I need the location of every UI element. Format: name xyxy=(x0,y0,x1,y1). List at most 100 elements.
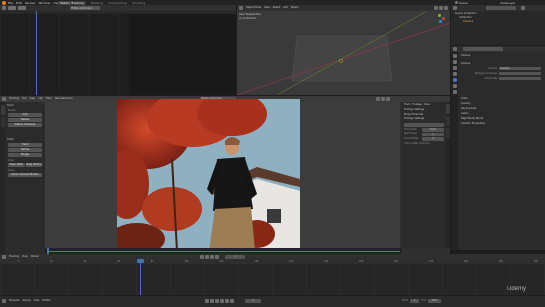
detect-features-button[interactable]: Detect Features xyxy=(8,123,42,127)
timeline-prev-key-icon[interactable] xyxy=(210,299,214,303)
lower-current-frame-field[interactable]: 1 xyxy=(225,254,245,259)
timeline-menu-keying[interactable]: Keying xyxy=(23,299,31,303)
tool-tab-icon[interactable] xyxy=(452,54,457,58)
blender-logo-icon[interactable] xyxy=(2,0,6,5)
jump-start-icon[interactable] xyxy=(200,254,204,259)
timeline-play-icon[interactable] xyxy=(220,299,224,303)
camera-field[interactable]: Camera xyxy=(499,66,541,71)
outliner-item[interactable]: Camera xyxy=(455,20,477,24)
tab-solve-vertical[interactable] xyxy=(0,117,5,127)
lower-menu-view[interactable]: View xyxy=(22,255,28,259)
tab-masking[interactable]: Masking xyxy=(91,1,103,5)
start-frame-field[interactable]: 1 xyxy=(409,299,420,303)
shading-material-icon[interactable] xyxy=(439,6,443,10)
menu-edit[interactable]: Edit xyxy=(16,1,22,5)
object-mode-dropdown[interactable]: Object Mode xyxy=(246,6,261,10)
timeline-play-reverse-icon[interactable] xyxy=(215,299,219,303)
clear-after-button[interactable]: Clear After xyxy=(8,163,25,167)
play-reverse-icon[interactable] xyxy=(205,254,209,259)
viewport-menu-add[interactable]: Add xyxy=(283,6,288,10)
tab-compositing[interactable]: Compositing xyxy=(108,1,127,5)
navigation-gizmo[interactable] xyxy=(436,14,446,24)
background-scene-field[interactable] xyxy=(499,71,541,76)
movie-clip-editor[interactable]: Tracking Clip View Clip Track Reconstruc… xyxy=(0,96,450,254)
track-panel-title[interactable]: Track xyxy=(7,104,14,108)
footage-settings-title[interactable]: Footage Settings xyxy=(404,108,424,113)
menu-render[interactable]: Render xyxy=(25,1,36,5)
lower-menu-marker[interactable]: Marker xyxy=(31,255,39,259)
sidebar-footage-label[interactable]: Footage xyxy=(412,103,422,107)
tab-scripting[interactable]: Scripting xyxy=(132,1,145,5)
dope-sheet-playhead-handle[interactable] xyxy=(137,259,144,263)
track-section-title[interactable]: Track xyxy=(7,138,14,142)
timeline-menu-marker[interactable]: Marker xyxy=(42,299,50,303)
properties-editor-icon[interactable] xyxy=(453,47,457,51)
filter-icon[interactable] xyxy=(521,6,525,10)
gizmo-y-icon[interactable] xyxy=(438,14,441,17)
gizmo-z-icon[interactable] xyxy=(439,20,442,23)
outliner-search-input[interactable] xyxy=(486,6,516,10)
start-frame-field[interactable]: 1 xyxy=(422,132,444,136)
frame-rate-field[interactable]: 24.00 xyxy=(422,128,444,132)
sidebar-tab-track[interactable] xyxy=(446,104,450,114)
view-menu-icon[interactable] xyxy=(8,6,16,10)
view-layer-selector[interactable]: ViewLayer xyxy=(500,1,515,5)
footage-path-field[interactable] xyxy=(404,123,444,127)
clip-view-dropdown[interactable]: Clip xyxy=(22,97,27,101)
scene-panel-title[interactable]: Scene xyxy=(461,61,470,65)
lower-mode-dropdown[interactable]: Tracking xyxy=(9,255,19,259)
scene-tab-icon[interactable] xyxy=(452,78,457,82)
render-tab-icon[interactable] xyxy=(452,60,457,64)
timeline-next-key-icon[interactable] xyxy=(225,299,229,303)
shading-rendered-icon[interactable] xyxy=(444,6,448,10)
menu-window[interactable]: Window xyxy=(39,1,51,5)
clip-menu-track[interactable]: Track xyxy=(46,97,52,101)
end-frame-field[interactable]: 300 xyxy=(427,299,441,303)
viewport-menu-select[interactable]: Select xyxy=(273,6,280,10)
editor-type-icon[interactable] xyxy=(2,6,6,10)
timeline-jump-end-icon[interactable] xyxy=(230,299,234,303)
clear-before-button[interactable]: Clear Before xyxy=(25,163,42,167)
tab-track-vertical[interactable] xyxy=(0,105,5,115)
delete-marker-button[interactable]: Delete xyxy=(8,118,42,122)
timeline-menu-playback[interactable]: Playback xyxy=(9,299,20,303)
clip-menu-reconstruction[interactable]: Reconstruction xyxy=(55,97,73,101)
world-tab-icon[interactable] xyxy=(452,84,457,88)
timeline-editor-icon[interactable] xyxy=(2,299,6,303)
viewport-3d[interactable]: Object Mode View Select Add Object User … xyxy=(237,5,450,95)
viewport-menu-object[interactable]: Object xyxy=(291,6,299,10)
properties-search-input[interactable] xyxy=(463,47,503,51)
clip-name-field[interactable]: HOW2-1234.mp4 xyxy=(70,6,100,10)
outliner-editor-icon[interactable] xyxy=(453,6,457,10)
active-clip-field[interactable] xyxy=(499,76,541,81)
object-tab-icon[interactable] xyxy=(452,90,457,94)
tab-motion-tracking[interactable]: Motion Tracking xyxy=(58,0,86,5)
add-marker-button[interactable]: Add xyxy=(8,113,42,117)
jump-end-icon[interactable] xyxy=(215,254,219,259)
footage-settings-subtitle[interactable]: Footage Settings xyxy=(404,117,424,122)
clip-overlay-icon[interactable] xyxy=(381,97,385,101)
section-custom-properties[interactable]: Custom Properties xyxy=(461,121,485,126)
merge-button[interactable]: Merge xyxy=(8,153,42,157)
shading-solid-icon[interactable] xyxy=(434,6,438,10)
refine-button[interactable]: Refine xyxy=(8,148,42,152)
output-tab-icon[interactable] xyxy=(452,66,457,70)
clip-menu-clip[interactable]: Clip xyxy=(38,97,43,101)
select-menu-icon[interactable] xyxy=(18,6,26,10)
solve-camera-motion-button[interactable]: Solve Camera Motion xyxy=(8,173,42,177)
viewport-menu-view[interactable]: View xyxy=(264,6,270,10)
gizmo-x-icon[interactable] xyxy=(442,17,445,20)
lower-editor-type-icon[interactable] xyxy=(2,254,6,259)
menu-file[interactable]: File xyxy=(8,1,13,5)
sidebar-view-label[interactable]: View xyxy=(424,103,430,107)
frame-offset-field[interactable]: 0 xyxy=(422,137,444,141)
tracking-mode-dropdown[interactable]: Tracking xyxy=(9,97,19,101)
view-layer-tab-icon[interactable] xyxy=(452,72,457,76)
clip-graph-editor[interactable]: HOW2-1234.mp4 xyxy=(0,5,236,95)
sidebar-track-label[interactable]: Track xyxy=(404,103,410,107)
dope-sheet-area[interactable]: 0 20 40 60 80 100 120 140 160 180 200 22… xyxy=(0,259,545,295)
sidebar-tab-footage[interactable] xyxy=(446,116,450,126)
track-button[interactable]: Track xyxy=(8,143,42,147)
play-icon[interactable] xyxy=(210,254,214,259)
scene-selector[interactable]: Scene xyxy=(455,1,468,5)
